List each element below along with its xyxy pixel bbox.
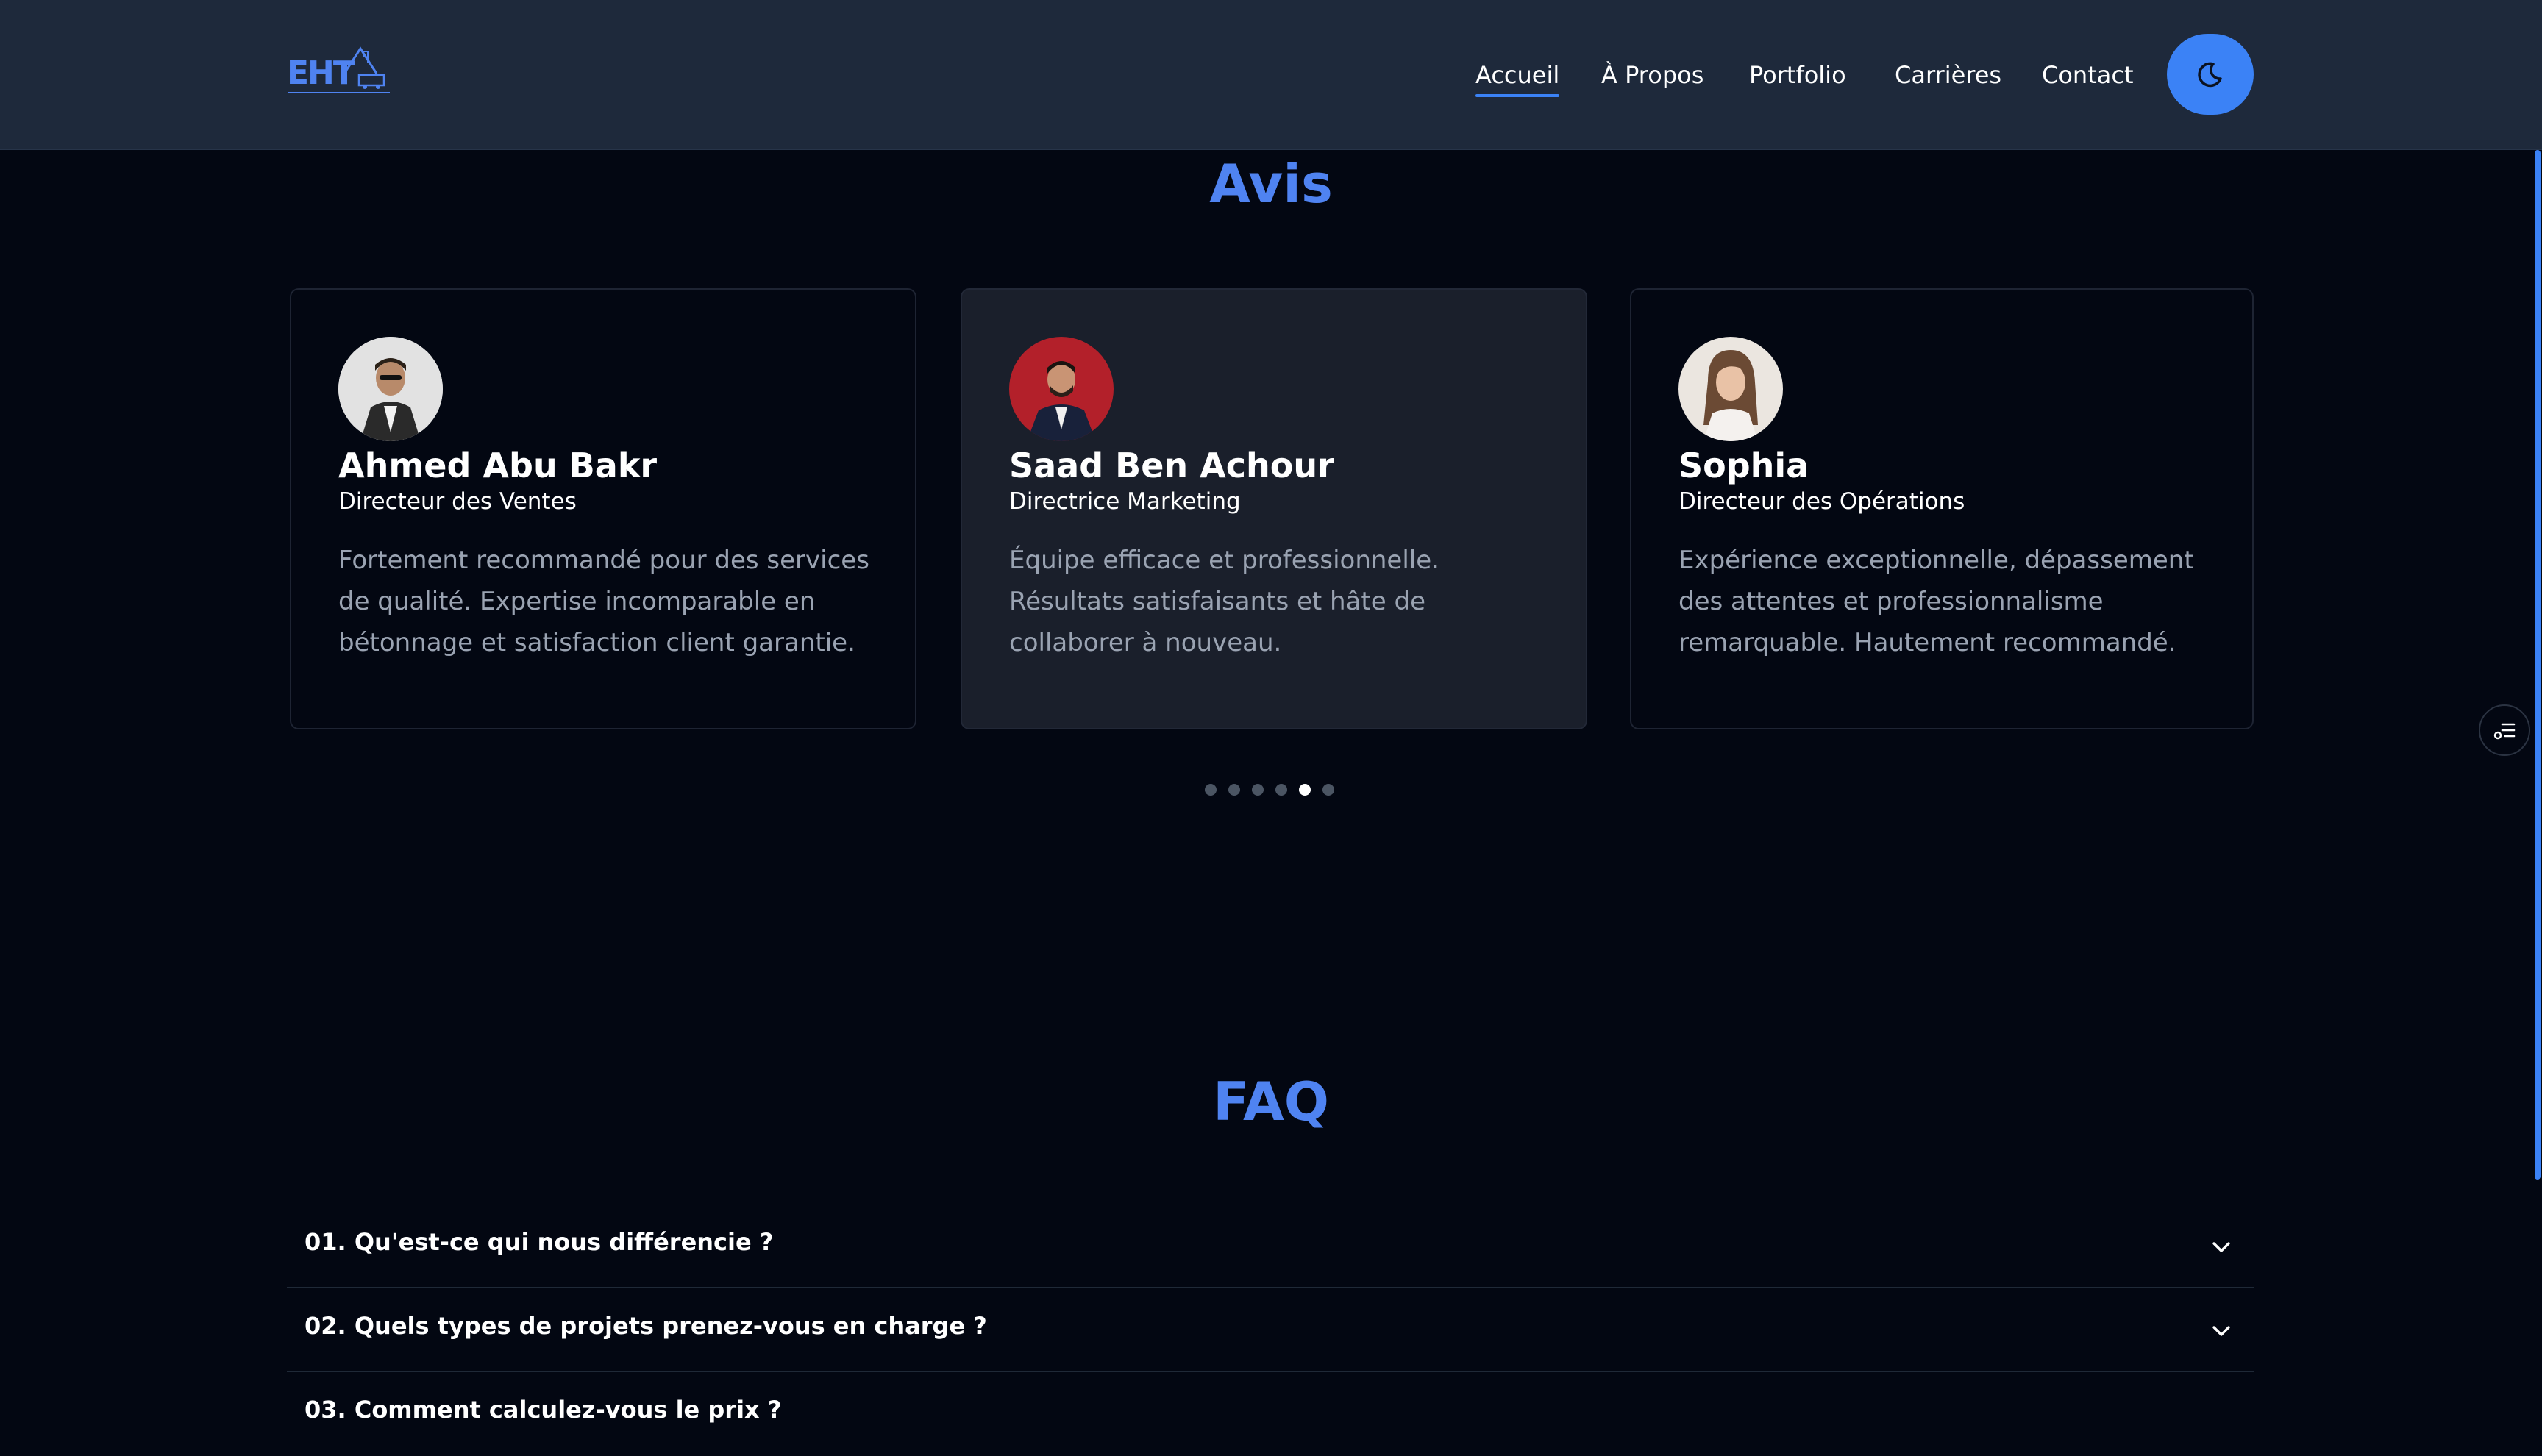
carousel-pagination [1205,784,1334,796]
review-card: Saad Ben Achour Directrice Marketing Équ… [961,288,1587,729]
review-card: Ahmed Abu Bakr Directeur des Ventes Fort… [290,288,916,729]
chevron-down-icon[interactable] [2207,1316,2236,1346]
faq-question: 02. Quels types de projets prenez-vous e… [305,1312,987,1340]
nav-carrieres[interactable]: Carrières [1895,57,2001,93]
faq-item[interactable]: 01. Qu'est-ce qui nous différencie ? [287,1205,2254,1288]
settings-list-icon [2492,718,2517,743]
avatar [1678,337,1783,441]
logo-text: EHT [287,54,355,92]
reviewer-name: Sophia [1678,446,1809,485]
nav-a-propos[interactable]: À Propos [1601,57,1703,93]
site-header: EHT Accueil À Propos Portfolio Carrières… [0,0,2542,150]
reviewer-name: Ahmed Abu Bakr [338,446,658,485]
carousel-dot[interactable] [1322,784,1334,796]
faq-item[interactable]: 02. Quels types de projets prenez-vous e… [287,1288,2254,1372]
reviewer-role: Directrice Marketing [1009,488,1241,515]
carousel-dot[interactable] [1252,784,1264,796]
chevron-down-icon[interactable] [2207,1232,2236,1262]
accessibility-widget-button[interactable] [2479,704,2530,756]
reviewer-role: Directeur des Opérations [1678,488,1965,515]
theme-toggle-button[interactable] [2167,34,2254,115]
nav-accueil[interactable]: Accueil [1475,57,1560,97]
carousel-dot[interactable] [1205,784,1217,796]
reviews-title: Avis [1209,153,1333,215]
avatar [1009,337,1114,441]
carousel-dot[interactable] [1275,784,1287,796]
carousel-dot[interactable] [1228,784,1240,796]
page-scrollbar[interactable] [2535,150,2541,1180]
nav-contact[interactable]: Contact [2042,57,2134,93]
faq-item[interactable]: 03. Comment calculez-vous le prix ? [287,1372,2254,1456]
review-quote: Expérience exceptionnelle, dépassement d… [1678,546,2194,657]
reviewer-role: Directeur des Ventes [338,488,577,515]
carousel-dot-active[interactable] [1299,784,1311,796]
moon-icon [2196,60,2225,89]
faq-title: FAQ [1213,1071,1329,1132]
review-card: Sophia Directeur des Opérations Expérien… [1630,288,2254,729]
review-quote: Fortement recommandé pour des services d… [338,546,869,657]
nav-portfolio[interactable]: Portfolio [1749,57,1846,93]
reviewer-name: Saad Ben Achour [1009,446,1334,485]
company-logo[interactable]: EHT [287,44,391,97]
avatar [338,337,443,441]
faq-question: 01. Qu'est-ce qui nous différencie ? [305,1228,774,1256]
review-quote: Équipe efficace et professionnelle. Résu… [1009,546,1439,657]
faq-question: 03. Comment calculez-vous le prix ? [305,1396,782,1424]
